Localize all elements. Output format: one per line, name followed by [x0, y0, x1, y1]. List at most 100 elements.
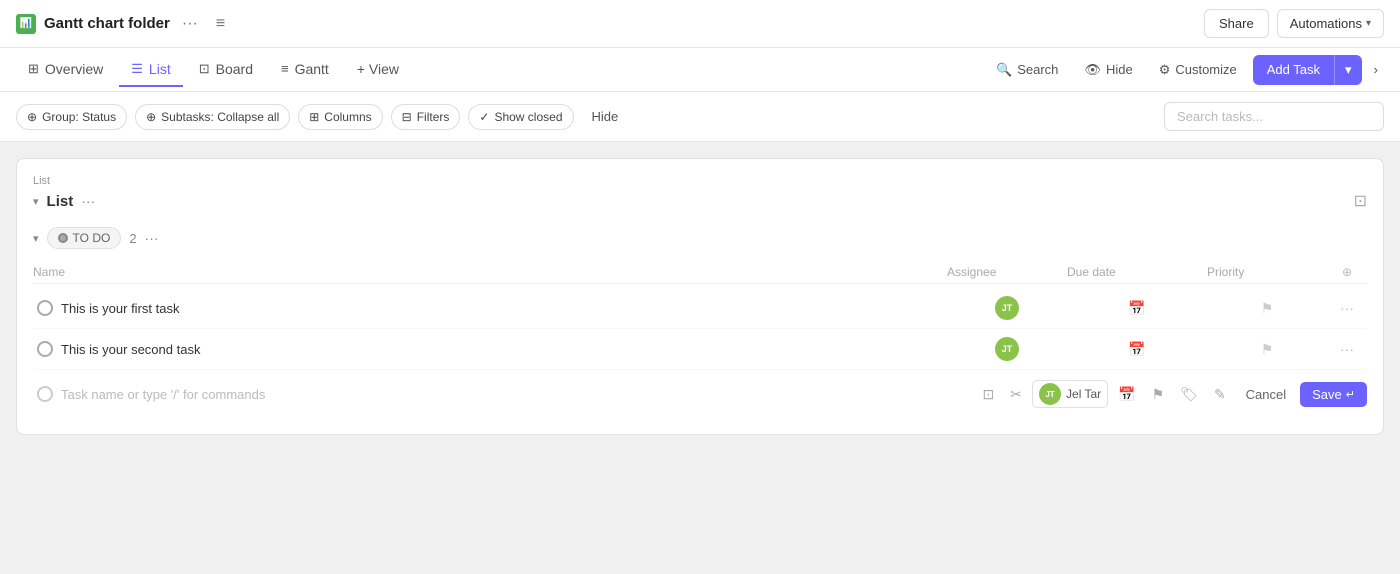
nav-item-list[interactable]: ☰ List — [119, 53, 182, 87]
tag-icon-button[interactable]: ✂ — [1004, 382, 1028, 407]
nav-bar: ⊞ Overview ☰ List ⊡ Board ≡ Gantt + View… — [0, 48, 1400, 92]
task-more-icon[interactable]: ··· — [1340, 300, 1354, 316]
priority-icon-button[interactable]: ⚑ — [1146, 382, 1171, 407]
nav-left: ⊞ Overview ☰ List ⊡ Board ≡ Gantt + View — [16, 53, 411, 87]
list-collapse-icon[interactable]: ▾ — [33, 195, 39, 208]
list-card: List ▾ List ··· ⊡ ▾ TO DO 2 ··· Name — [16, 158, 1384, 435]
todo-label: TO DO — [73, 231, 111, 245]
flag-icon: ⚑ — [1261, 300, 1274, 317]
table-row: This is your second task JT 📅 ⚑ ··· — [33, 329, 1367, 370]
nav-item-overview[interactable]: ⊞ Overview — [16, 53, 115, 87]
task-due-date-cell[interactable]: 📅 — [1067, 341, 1207, 358]
save-button[interactable]: Save ↵ — [1300, 382, 1367, 407]
subtasks-icon: ⊕ — [146, 110, 156, 124]
new-task-actions: ⊡ ✂ JT Jel Tar 📅 ⚑ 🏷 ✎ Cancel Save ↵ — [977, 380, 1367, 408]
todo-header: ▾ TO DO 2 ··· — [33, 227, 1367, 249]
col-priority: Priority — [1207, 265, 1327, 279]
search-tasks-input[interactable] — [1164, 102, 1384, 131]
nav-item-add-view[interactable]: + View — [345, 53, 411, 87]
todo-more-icon[interactable]: ··· — [145, 230, 159, 246]
board-icon: ⊡ — [199, 61, 210, 77]
automations-label: Automations — [1290, 16, 1362, 31]
more-options-icon-button[interactable]: ✎ — [1208, 382, 1232, 407]
folder-title: Gantt chart folder — [44, 15, 170, 32]
hamburger-button[interactable]: ≡ — [210, 13, 231, 35]
task-table-header: Name Assignee Due date Priority ⊕ — [33, 261, 1367, 284]
col-assignee: Assignee — [947, 265, 1067, 279]
columns-icon: ⊞ — [309, 110, 319, 124]
columns-button[interactable]: ⊞ Columns — [298, 104, 382, 130]
list-header: ▾ List ··· ⊡ — [33, 191, 1367, 211]
add-task-button[interactable]: Add Task ▾ — [1253, 55, 1362, 85]
add-task-chevron-icon[interactable]: ▾ — [1335, 55, 1362, 85]
nav-item-board[interactable]: ⊡ Board — [187, 53, 265, 87]
group-status-button[interactable]: ⊕ Group: Status — [16, 104, 127, 130]
subtasks-label: Subtasks: Collapse all — [161, 110, 279, 124]
customize-label: Customize — [1175, 62, 1236, 77]
search-button[interactable]: 🔍 Search — [986, 56, 1068, 84]
panel-icon[interactable]: ⊡ — [1354, 193, 1367, 210]
task-status-circle[interactable] — [37, 300, 53, 316]
gear-icon: ⚙ — [1159, 62, 1171, 78]
new-task-assignee-name: Jel Tar — [1066, 387, 1101, 401]
add-task-label: Add Task — [1253, 55, 1334, 84]
nav-overview-label: Overview — [45, 61, 103, 77]
assign-icon-button[interactable]: ⊡ — [977, 382, 1001, 407]
nav-more-button[interactable]: › — [1368, 56, 1384, 83]
task-due-date-cell[interactable]: 📅 — [1067, 300, 1207, 317]
chevron-down-icon: ▾ — [1366, 18, 1371, 29]
avatar: JT — [995, 337, 1019, 361]
col-due-date: Due date — [1067, 265, 1207, 279]
folder-more-button[interactable]: ··· — [178, 13, 202, 35]
task-more-cell[interactable]: ··· — [1327, 341, 1367, 357]
filters-button[interactable]: ⊟ Filters — [391, 104, 461, 130]
folder-icon: 📊 — [16, 14, 36, 34]
list-title: List — [47, 193, 74, 210]
task-priority-cell[interactable]: ⚑ — [1207, 300, 1327, 317]
show-closed-button[interactable]: ✓ Show closed — [468, 104, 573, 130]
group-label: Group: Status — [42, 110, 116, 124]
flag-icon: ⚑ — [1261, 341, 1274, 358]
share-button[interactable]: Share — [1204, 9, 1269, 38]
task-name-cell: This is your second task — [33, 341, 947, 357]
list-options-icon[interactable]: ··· — [81, 193, 95, 209]
due-date-icon-button[interactable]: 📅 — [1112, 382, 1141, 407]
enter-icon: ↵ — [1346, 388, 1355, 401]
task-priority-cell[interactable]: ⚑ — [1207, 341, 1327, 358]
list-header-right: ⊡ — [1354, 191, 1367, 211]
list-label-text: List — [33, 175, 1367, 187]
todo-badge: TO DO — [47, 227, 122, 249]
subtasks-collapse-button[interactable]: ⊕ Subtasks: Collapse all — [135, 104, 290, 130]
search-icon: 🔍 — [996, 62, 1012, 78]
task-name-cell: This is your first task — [33, 300, 947, 316]
calendar-icon: 📅 — [1128, 300, 1145, 317]
overview-icon: ⊞ — [28, 61, 39, 77]
task-more-cell[interactable]: ··· — [1327, 300, 1367, 316]
hide-button[interactable]: 👁 Hide — [1074, 56, 1142, 84]
show-closed-label: Show closed — [494, 110, 562, 124]
col-add[interactable]: ⊕ — [1327, 265, 1367, 279]
task-status-circle[interactable] — [37, 341, 53, 357]
cancel-button[interactable]: Cancel — [1236, 382, 1296, 407]
toolbar-hide-button[interactable]: Hide — [582, 104, 629, 129]
new-task-circle — [37, 386, 53, 402]
list-icon: ☰ — [131, 61, 143, 77]
label-icon-button[interactable]: 🏷 — [1174, 382, 1204, 407]
columns-label: Columns — [324, 110, 371, 124]
check-icon: ✓ — [479, 110, 489, 124]
task-more-icon[interactable]: ··· — [1340, 341, 1354, 357]
todo-collapse-icon[interactable]: ▾ — [33, 232, 39, 245]
assignee-selector[interactable]: JT Jel Tar — [1032, 380, 1108, 408]
customize-button[interactable]: ⚙ Customize — [1149, 56, 1247, 84]
top-bar-left: 📊 Gantt chart folder ··· ≡ — [16, 13, 231, 35]
avatar: JT — [995, 296, 1019, 320]
task-name: This is your second task — [61, 342, 200, 357]
todo-count: 2 — [129, 231, 136, 246]
nav-item-gantt[interactable]: ≡ Gantt — [269, 53, 341, 87]
task-assignee-cell: JT — [947, 337, 1067, 361]
new-task-input[interactable] — [61, 387, 411, 402]
nav-right: 🔍 Search 👁 Hide ⚙ Customize Add Task ▾ › — [986, 55, 1384, 85]
top-bar: 📊 Gantt chart folder ··· ≡ Share Automat… — [0, 0, 1400, 48]
col-name: Name — [33, 265, 947, 279]
automations-button[interactable]: Automations ▾ — [1277, 9, 1384, 38]
